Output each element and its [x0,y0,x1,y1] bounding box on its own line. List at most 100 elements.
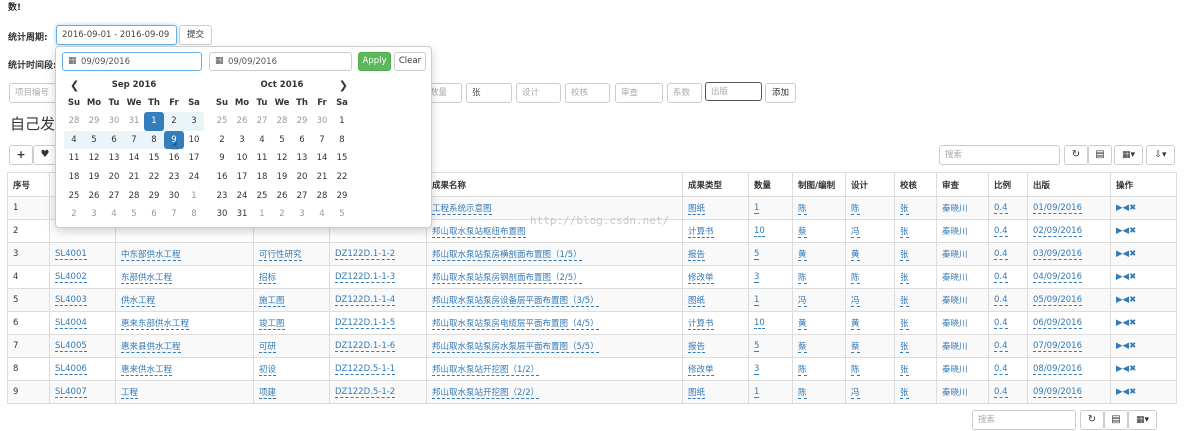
prev-month-icon[interactable]: ❮ [70,77,79,94]
col-header[interactable]: 制图/编制 [792,172,846,197]
col-header[interactable]: 成果类型 [682,172,749,197]
calendar-day[interactable]: 30 [312,112,332,131]
calendar-day[interactable]: 7 [164,205,184,224]
calendar-day[interactable]: 6 [292,131,312,150]
editable-cell-link[interactable]: 张 [900,342,909,353]
calendar-day[interactable]: 29 [332,186,352,205]
calendar-day[interactable]: 25 [64,186,84,205]
start-date-input[interactable]: ▦ 09/09/2016 [62,52,202,71]
editable-cell-link[interactable]: 张 [900,227,909,238]
editable-cell-link[interactable]: 竣工图 [259,319,285,330]
calendar-day[interactable]: 1 [184,186,204,205]
columns-button[interactable]: ▦▾ [1114,145,1143,165]
calendar-day[interactable]: 23 [212,186,232,205]
editable-cell-link[interactable]: 项建 [259,388,277,399]
col-header[interactable]: 序号 [7,172,50,197]
calendar-day[interactable]: 14 [124,149,144,168]
editable-cell-link[interactable]: 图纸 [688,388,706,399]
calendar-day[interactable]: 28 [64,112,84,131]
calendar-day[interactable]: 22 [144,168,164,187]
calendar-day[interactable]: 5 [332,205,352,224]
editable-cell-link[interactable]: 招标 [259,273,277,284]
editable-cell-link[interactable]: DZ122D.1-1-2 [335,249,396,260]
editable-cell-link[interactable]: 邦山取水泵站泵房水泵层平面布置图（5/5） [432,342,599,353]
bottom-search-input[interactable]: 搜索 [972,410,1076,430]
calendar-day[interactable]: 28 [272,112,292,131]
editable-cell-link[interactable]: DZ122D.5-1-2 [335,387,396,398]
editable-cell-link[interactable]: 东部供水工程 [121,273,173,284]
toggle-view-button[interactable]: ▤ [1088,145,1112,165]
editable-cell-link[interactable]: DZ122D.1-1-4 [335,295,396,306]
row-actions[interactable]: ▶◀✖ [1116,226,1136,236]
col-header[interactable]: 校核 [894,172,937,197]
period-submit-button[interactable]: 提交 [179,25,212,45]
calendar-day[interactable]: 15 [332,149,352,168]
bottom-refresh-button[interactable]: ↻ [1080,410,1104,430]
editable-cell-link[interactable]: 初设 [259,365,277,376]
editable-cell-link[interactable]: 工程 [121,388,139,399]
editable-cell-link[interactable]: 0.4 [994,387,1008,398]
clear-button[interactable]: Clear [394,52,426,71]
editable-cell-link[interactable]: DZ122D.5-1-1 [335,364,396,375]
editable-cell-link[interactable]: 陈 [798,204,807,215]
design-input[interactable]: 设计 [516,83,561,103]
editable-cell-link[interactable]: 07/09/2016 [1033,341,1082,352]
editable-cell-link[interactable]: 04/09/2016 [1033,272,1082,283]
favorite-button[interactable]: ♥ [33,145,57,165]
row-actions[interactable]: ▶◀✖ [1116,364,1136,374]
editable-cell-link[interactable]: 可研 [259,342,277,353]
editable-cell-link[interactable]: 张 [900,250,909,261]
calendar-day[interactable]: 26 [84,186,104,205]
editable-cell-link[interactable]: 计算书 [688,319,714,330]
calendar-day[interactable]: 20 [292,168,312,187]
calendar-day[interactable]: 13 [104,149,124,168]
editable-cell-link[interactable]: 冯 [851,227,860,238]
editable-cell-link[interactable]: 邦山取水泵站泵房钢剖面布置图（2/5） [432,273,582,284]
editable-cell-link[interactable]: 邦山取水泵站泵房横剖面布置图（1/5） [432,250,582,261]
refresh-button[interactable]: ↻ [1064,145,1088,165]
calendar-day[interactable]: 8 [332,131,352,150]
calendar-day[interactable]: 7 [312,131,332,150]
calendar-day[interactable]: 31 [124,112,144,131]
row-actions[interactable]: ▶◀✖ [1116,341,1136,351]
editable-cell-link[interactable]: 张 [900,273,909,284]
editable-cell-link[interactable]: 计算书 [688,227,714,238]
editable-cell-link[interactable]: 03/09/2016 [1033,249,1082,260]
col-header[interactable]: 设计 [845,172,895,197]
editable-cell-link[interactable]: 报告 [688,250,706,261]
editable-cell-link[interactable]: 0.4 [994,318,1008,329]
calendar-day[interactable]: 5 [84,130,104,150]
row-actions[interactable]: ▶◀✖ [1116,318,1136,328]
editable-cell-link[interactable]: 供水工程 [121,296,156,307]
editable-cell-link[interactable]: DZ122D.1-1-6 [335,341,396,352]
editable-cell-link[interactable]: DZ122D.1-1-3 [335,272,396,283]
editable-cell-link[interactable]: 02/09/2016 [1033,226,1082,237]
editable-cell-link[interactable]: 陈 [851,365,860,376]
calendar-day[interactable]: 20 [104,168,124,187]
calendar-day[interactable]: 27 [292,186,312,205]
editable-cell-link[interactable]: SL4001 [55,249,87,260]
editable-cell-link[interactable]: 0.4 [994,272,1008,283]
editable-cell-link[interactable]: 邦山取水泵站开挖图（1/2） [432,365,540,376]
calendar-day[interactable]: 23 [164,168,184,187]
coefficient-input[interactable]: 系数 [667,83,702,103]
editable-cell-link[interactable]: 黄 [851,250,860,261]
editable-cell-link[interactable]: 1 [754,203,760,214]
calendar-day[interactable]: 21 [312,168,332,187]
col-header[interactable]: 数量 [748,172,793,197]
editable-cell-link[interactable]: 工程系统示意图 [432,204,492,215]
apply-button[interactable]: Apply [358,52,391,71]
editable-cell-link[interactable]: 冯 [851,388,860,399]
editable-cell-link[interactable]: 冯 [851,296,860,307]
calendar-day[interactable]: 7 [124,130,144,150]
editable-cell-link[interactable]: 张 [900,319,909,330]
editable-cell-link[interactable]: 中东部供水工程 [121,250,181,261]
col-header[interactable]: 成果名称 [426,172,683,197]
editable-cell-link[interactable]: 黄 [798,319,807,330]
bottom-columns-button[interactable]: ▦▾ [1128,410,1157,430]
calendar-day[interactable]: 4 [104,205,124,224]
editable-cell-link[interactable]: 0.4 [994,341,1008,352]
editable-cell-link[interactable]: 5 [754,249,760,260]
calendar-day[interactable]: 2 [272,205,292,224]
period-input[interactable]: 2016-09-01 - 2016-09-09 [56,25,177,45]
